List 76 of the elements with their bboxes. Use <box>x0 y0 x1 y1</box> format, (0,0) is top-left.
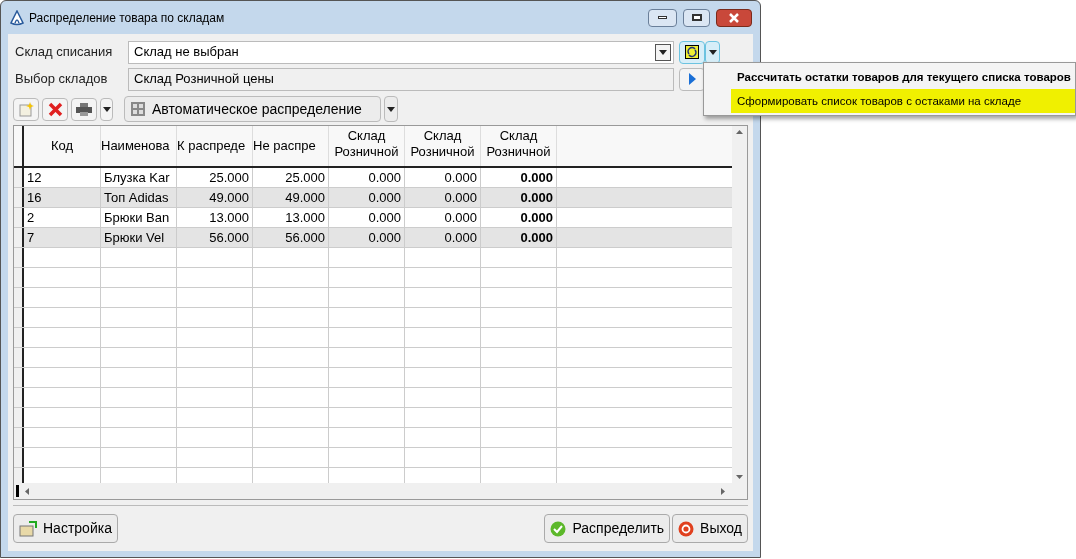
close-button[interactable] <box>716 8 752 27</box>
minimize-icon <box>658 16 667 19</box>
dropdown-button[interactable] <box>384 96 398 122</box>
row-indicator[interactable] <box>14 188 24 207</box>
close-icon <box>47 101 63 117</box>
play-icon <box>688 73 696 85</box>
checkmark-icon <box>550 520 567 537</box>
settings-icon <box>19 520 37 537</box>
settings-button[interactable]: Настройка <box>13 514 118 543</box>
row-indicator[interactable] <box>14 348 24 367</box>
grid-icon <box>131 102 145 116</box>
scroll-left-icon[interactable] <box>25 487 29 495</box>
caret-icon <box>387 106 395 112</box>
new-document-icon <box>18 101 34 117</box>
column-header[interactable]: Склад Розничной <box>329 126 405 166</box>
close-icon <box>728 12 740 23</box>
column-header[interactable]: Наименова <box>101 126 177 166</box>
row-indicator[interactable] <box>14 208 24 227</box>
row-indicator[interactable] <box>14 328 24 347</box>
table-cell: 7 <box>24 228 101 248</box>
vertical-scrollbar[interactable] <box>732 126 747 483</box>
column-header[interactable]: Код <box>24 126 101 166</box>
warehouse-selection-field[interactable]: Склад Розничной цены <box>128 67 674 91</box>
power-icon <box>678 520 695 537</box>
table-cell: 56.000 <box>177 228 253 248</box>
maximize-icon <box>691 14 702 21</box>
exit-button[interactable]: Выход <box>672 514 748 543</box>
column-header[interactable]: Не распре <box>253 126 329 166</box>
table-cell: 0.000 <box>481 228 557 248</box>
delete-button[interactable] <box>42 97 68 121</box>
row-indicator[interactable] <box>14 268 24 287</box>
scroll-up-icon[interactable] <box>736 130 743 134</box>
column-header[interactable]: К распреде <box>177 126 253 166</box>
row-indicator[interactable] <box>14 468 24 483</box>
scroll-marker <box>16 485 19 497</box>
row-indicator[interactable] <box>14 428 24 447</box>
row-indicator[interactable] <box>14 288 24 307</box>
refresh-button[interactable] <box>679 40 705 64</box>
dropdown-button[interactable] <box>100 97 113 121</box>
refresh-icon <box>685 45 699 59</box>
row-indicator[interactable] <box>14 388 24 407</box>
printer-icon <box>76 102 92 116</box>
caret-icon <box>659 49 667 55</box>
scroll-down-icon[interactable] <box>736 475 743 479</box>
row-indicator[interactable] <box>14 168 24 187</box>
table-cell: 56.000 <box>253 228 329 248</box>
scroll-right-icon[interactable] <box>721 487 725 495</box>
select-button[interactable] <box>679 67 705 91</box>
row-indicator[interactable] <box>14 448 24 467</box>
table-cell: 0.000 <box>329 228 405 248</box>
dropdown-button[interactable] <box>705 40 720 64</box>
row-indicator[interactable] <box>14 308 24 327</box>
row-indicator[interactable] <box>14 248 24 267</box>
menu-item[interactable]: Рассчитать остатки товаров для текущего списка товаров <box>731 65 1075 89</box>
menu-item[interactable]: Сформировать список товаров с остаками на складе <box>731 89 1075 113</box>
caret-icon <box>102 106 111 112</box>
row-indicator[interactable] <box>14 228 24 247</box>
row-indicator[interactable] <box>14 368 24 387</box>
caret-icon <box>708 49 717 55</box>
print-button[interactable] <box>71 97 97 121</box>
column-header[interactable]: Склад Розничной <box>481 126 557 166</box>
distribute-button[interactable]: Распределить <box>544 514 671 543</box>
minimize-button[interactable] <box>648 8 677 27</box>
column-header[interactable]: Склад Розничной <box>405 126 481 166</box>
window-title: Распределение товара по складам <box>29 9 225 27</box>
field-label: Выбор складов <box>14 70 109 89</box>
table-cell: 0.000 <box>405 228 481 248</box>
auto-distribution-button[interactable]: Автоматическое распределение <box>124 96 381 122</box>
horizontal-scrollbar[interactable] <box>14 483 747 499</box>
dropdown-button[interactable] <box>655 43 671 61</box>
field-label: Склад списания <box>14 43 114 62</box>
table-cell: Брюки Vel <box>101 228 177 248</box>
warehouse-combo[interactable]: Склад не выбран <box>128 40 674 64</box>
maximize-button[interactable] <box>683 8 710 27</box>
app-icon <box>9 9 25 26</box>
row-indicator[interactable] <box>14 408 24 427</box>
